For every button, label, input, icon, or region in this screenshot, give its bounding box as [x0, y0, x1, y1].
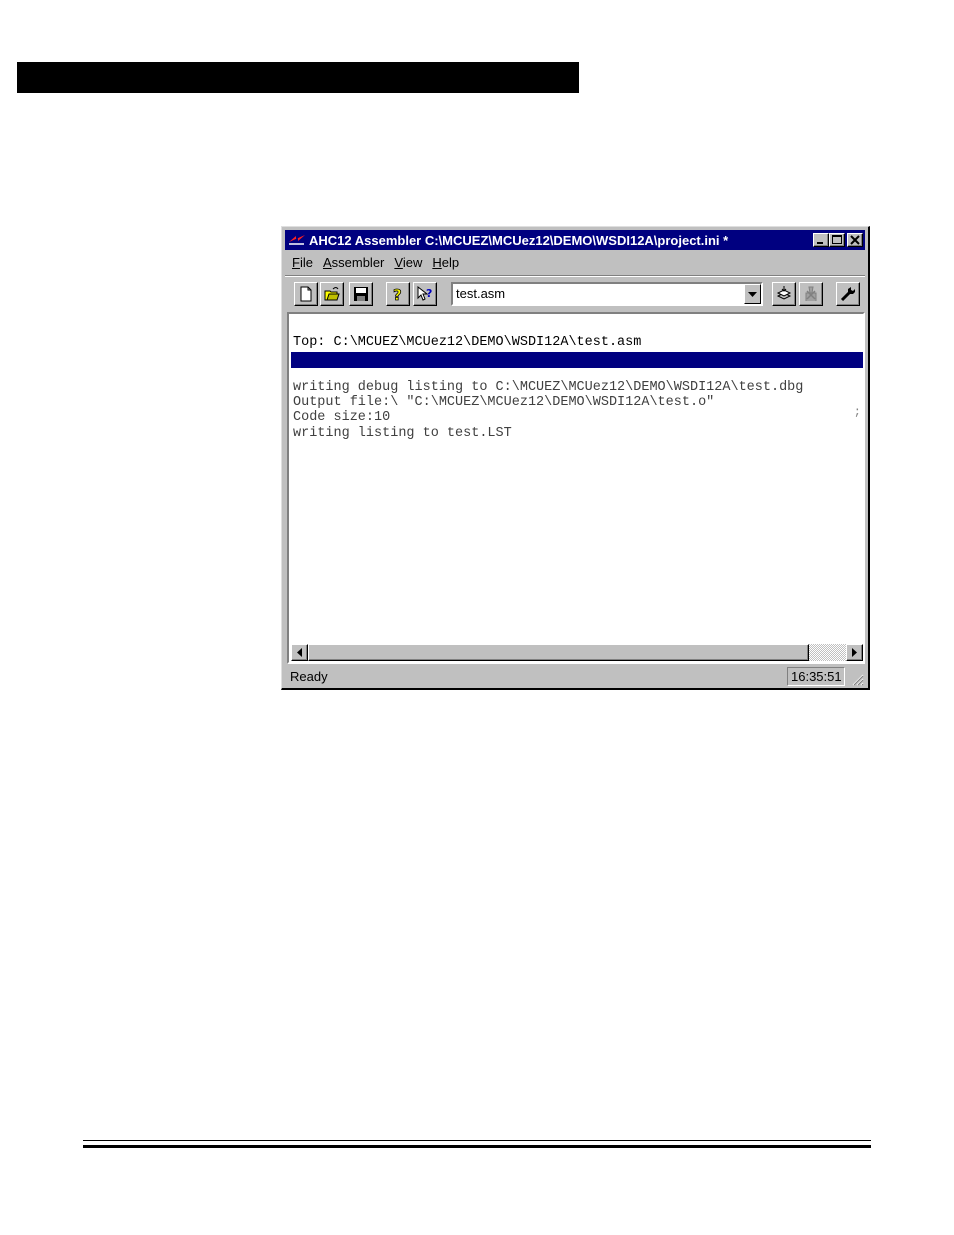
source-file-combo[interactable]: test.asm	[451, 282, 763, 306]
status-clock: 16:35:51	[787, 667, 845, 686]
log-line: writing debug listing to C:\MCUEZ\MCUez1…	[293, 380, 804, 395]
assemble-button[interactable]	[772, 282, 796, 306]
top-file-line: Top: C:\MCUEZ\MCUez12\DEMO\WSDI12A\test.…	[293, 335, 642, 350]
arrow-left-icon	[297, 648, 302, 657]
page-header-bar	[17, 62, 579, 93]
status-bar: Ready 16:35:51	[285, 667, 865, 687]
close-button[interactable]	[847, 233, 863, 247]
minimize-button[interactable]	[813, 233, 829, 247]
help-button[interactable]: ?	[386, 282, 410, 306]
menu-file[interactable]: File	[285, 253, 318, 273]
assembler-app-icon	[289, 235, 305, 245]
menu-view[interactable]: View	[389, 253, 427, 273]
scroll-thumb[interactable]	[308, 644, 809, 661]
title-bar[interactable]: AHC12 Assembler C:\MCUEZ\MCUez12\DEMO\WS…	[285, 230, 865, 250]
help-icon: ?	[393, 286, 403, 302]
close-icon	[850, 235, 860, 245]
stop-icon	[805, 286, 817, 301]
assemble-icon	[776, 286, 792, 300]
horizontal-scrollbar[interactable]	[291, 644, 863, 661]
minimize-icon	[817, 242, 823, 244]
status-text: Ready	[290, 669, 328, 684]
scroll-left-button[interactable]	[291, 644, 308, 661]
new-file-icon	[300, 286, 312, 302]
assembler-window: AHC12 Assembler C:\MCUEZ\MCUez12\DEMO\WS…	[281, 226, 870, 690]
chevron-down-icon	[748, 292, 757, 297]
scroll-right-button[interactable]	[846, 644, 863, 661]
footer-rule-thin	[83, 1140, 871, 1141]
menu-help[interactable]: Help	[427, 253, 464, 273]
selected-line-highlight	[291, 352, 863, 368]
svg-text:?: ?	[393, 286, 402, 302]
save-button[interactable]	[349, 282, 373, 306]
context-help-icon: ?	[417, 286, 432, 301]
menu-toolbar-divider	[285, 275, 865, 277]
window-title: AHC12 Assembler C:\MCUEZ\MCUez12\DEMO\WS…	[309, 232, 729, 248]
source-file-combo-value: test.asm	[456, 286, 506, 301]
options-button[interactable]	[836, 282, 860, 306]
stop-button[interactable]	[799, 282, 823, 306]
resize-grip-icon[interactable]	[850, 672, 864, 686]
svg-text:?: ?	[426, 287, 432, 300]
arrow-right-icon	[852, 648, 857, 657]
open-file-button[interactable]	[320, 282, 344, 306]
menu-assembler[interactable]: Assembler	[318, 253, 389, 273]
combo-dropdown-button[interactable]	[744, 284, 761, 304]
log-line: writing listing to test.LST	[293, 426, 512, 441]
new-file-button[interactable]	[294, 282, 318, 306]
open-folder-icon	[324, 287, 340, 301]
footer-rule-thick	[83, 1145, 871, 1148]
maximize-button[interactable]	[829, 233, 845, 247]
log-line: Output file:\ "C:\MCUEZ\MCUez12\DEMO\WSD…	[293, 395, 715, 410]
context-help-button[interactable]: ?	[413, 282, 437, 306]
truncation-marker: ;	[853, 405, 861, 419]
maximize-icon	[832, 235, 842, 244]
menu-bar: File Assembler View Help	[285, 253, 464, 273]
output-pane[interactable]: Top: C:\MCUEZ\MCUez12\DEMO\WSDI12A\test.…	[287, 312, 865, 664]
wrench-icon	[840, 287, 855, 302]
save-disk-icon	[354, 287, 368, 301]
log-line: Code size:10	[293, 410, 391, 425]
scroll-track[interactable]	[809, 644, 846, 661]
